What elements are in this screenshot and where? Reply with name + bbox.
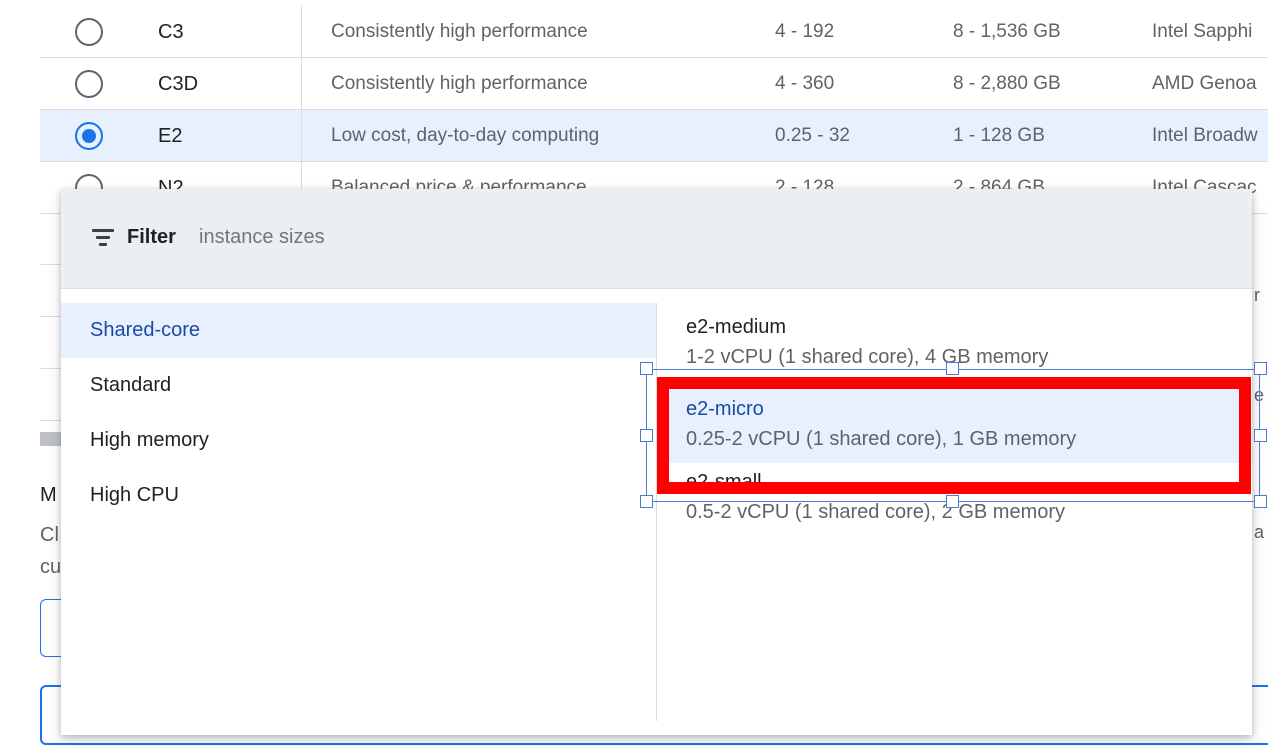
- memory-cell: 8 - 2,880 GB: [953, 73, 1061, 94]
- category-label: Standard: [90, 374, 172, 396]
- vcpus-cell: 0.25 - 32: [775, 125, 850, 146]
- column-divider: [301, 6, 302, 57]
- filter-label: Filter: [127, 226, 176, 248]
- platform-cell: Intel Broadw: [1152, 125, 1258, 146]
- series-cell: E2: [158, 125, 183, 147]
- annotation-highlight-box: [657, 377, 1251, 494]
- platform-cell: AMD Genoa: [1152, 73, 1257, 94]
- description-cell: Low cost, day-to-day computing: [331, 125, 600, 146]
- resize-handle[interactable]: [946, 362, 959, 375]
- machine-type-spec: 0.5-2 vCPU (1 shared core), 2 GB memory: [686, 501, 1066, 523]
- category-standard[interactable]: Standard: [61, 358, 656, 413]
- category-shared-core[interactable]: Shared-core: [61, 303, 656, 358]
- filter-bar[interactable]: Filter: [61, 189, 1252, 289]
- machine-type-spec: 1-2 vCPU (1 shared core), 4 GB memory: [686, 346, 1049, 368]
- category-label: High CPU: [90, 484, 179, 506]
- table-row[interactable]: C3 Consistently high performance 4 - 192…: [40, 6, 1268, 58]
- resize-handle[interactable]: [640, 362, 653, 375]
- resize-handle[interactable]: [1254, 362, 1267, 375]
- category-label: High memory: [90, 429, 209, 451]
- category-high-memory[interactable]: High memory: [61, 413, 656, 468]
- table-row-selected[interactable]: E2 Low cost, day-to-day computing 0.25 -…: [40, 110, 1268, 162]
- resize-handle[interactable]: [640, 495, 653, 508]
- resize-handle[interactable]: [946, 495, 959, 508]
- memory-cell: 8 - 1,536 GB: [953, 21, 1061, 42]
- section-text-fragment: Cl: [40, 524, 59, 546]
- radio-button[interactable]: [75, 18, 103, 46]
- description-cell: Consistently high performance: [331, 21, 588, 42]
- category-high-cpu[interactable]: High CPU: [61, 468, 656, 523]
- series-cell: C3: [158, 21, 184, 43]
- resize-handle[interactable]: [640, 429, 653, 442]
- radio-button-selected[interactable]: [75, 122, 103, 150]
- machine-type-name: e2-medium: [686, 316, 787, 338]
- column-divider: [301, 110, 302, 161]
- memory-cell: 1 - 128 GB: [953, 125, 1045, 146]
- resize-handle[interactable]: [1254, 429, 1267, 442]
- series-cell: C3D: [158, 73, 199, 95]
- right-edge-text-fragment: a: [1254, 522, 1265, 542]
- category-label: Shared-core: [90, 319, 201, 341]
- filter-input[interactable]: [199, 226, 799, 249]
- platform-cell: Intel Sapphi: [1152, 21, 1253, 42]
- radio-button[interactable]: [75, 70, 103, 98]
- column-divider: [301, 58, 302, 109]
- filter-icon: [92, 229, 114, 246]
- vcpus-cell: 4 - 360: [775, 73, 835, 94]
- resize-handle[interactable]: [1254, 495, 1267, 508]
- right-edge-text-fragment: r: [1254, 285, 1260, 305]
- vcpus-cell: 4 - 192: [775, 21, 835, 42]
- section-text-fragment: cu: [40, 556, 62, 578]
- table-row[interactable]: C3D Consistently high performance 4 - 36…: [40, 58, 1268, 110]
- description-cell: Consistently high performance: [331, 73, 588, 94]
- horizontal-scrollbar[interactable]: [40, 432, 62, 446]
- section-heading-fragment: M: [40, 484, 57, 506]
